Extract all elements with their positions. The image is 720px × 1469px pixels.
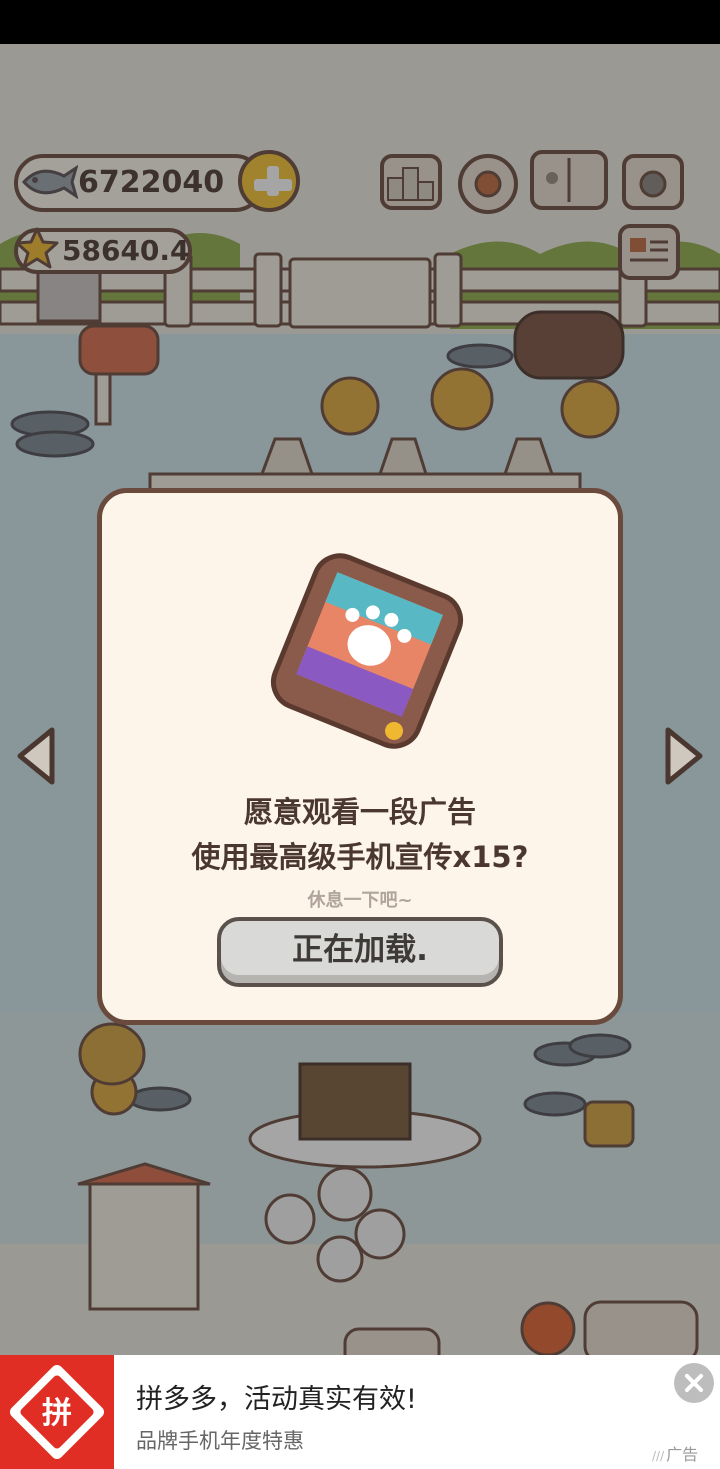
- phone-promo-icon: [270, 553, 464, 749]
- dialog-question-line2: 使用最高级手机宣传x15?: [191, 840, 529, 874]
- dialog-subtitle: 休息一下吧~: [307, 890, 413, 911]
- next-area-arrow-icon[interactable]: [662, 724, 706, 788]
- ad-label: ///广告: [652, 1445, 699, 1464]
- ad-mark-icon: ///: [652, 1449, 665, 1463]
- pinduoduo-logo[interactable]: 拼: [0, 1355, 114, 1469]
- ad-close-button[interactable]: [674, 1363, 714, 1403]
- ad-subtitle[interactable]: 品牌手机年度特惠: [136, 1425, 304, 1455]
- ad-title[interactable]: 拼多多，活动真实有效!: [136, 1377, 417, 1416]
- status-bar: [0, 0, 720, 44]
- dialog-question-line1: 愿意观看一段广告: [243, 795, 476, 829]
- ad-logo-text: 拼: [42, 1396, 72, 1431]
- ad-banner[interactable]: 拼 拼多多，活动真实有效! 品牌手机年度特惠 ///广告: [0, 1355, 720, 1469]
- loading-button[interactable]: 正在加载.: [217, 917, 503, 987]
- previous-area-arrow-icon[interactable]: [14, 724, 58, 788]
- ad-offer-dialog: 愿意观看一段广告 使用最高级手机宣传x15? 休息一下吧~ 正在加载.: [97, 488, 623, 1025]
